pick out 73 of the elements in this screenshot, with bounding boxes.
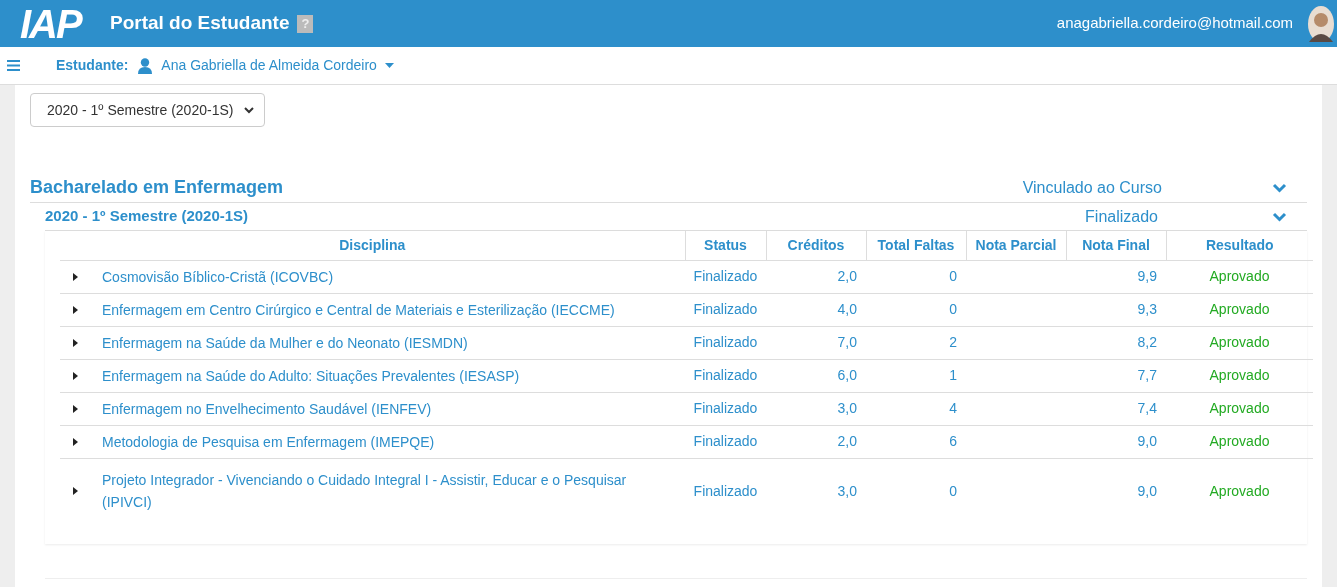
table-cell: 1 [949,367,957,383]
table-cell: 7,0 [837,334,857,350]
course-link[interactable]: Metodologia de Pesquisa em Enfermagem (IMEPQE) [102,430,435,453]
menu-icon[interactable] [7,60,20,71]
table-cell: 3,0 [837,482,857,499]
course-status: Vinculado ao Curso [1022,177,1162,198]
status-cell: Finalizado [693,400,758,416]
expand-icon[interactable] [73,404,78,413]
status-cell: Finalizado [693,482,758,499]
expand-icon[interactable] [73,437,78,446]
chevron-icon[interactable] [1272,211,1287,222]
table-cell: 6,0 [837,367,857,383]
table-cell: 9,0 [1137,433,1157,449]
table-cell: 9,3 [1137,301,1157,317]
result-cell: Aprovado [1209,367,1270,383]
result-cell: Aprovado [1209,334,1270,350]
portal-title: Portal do Estudante [110,11,290,36]
course-link[interactable]: Enfermagem na Saúde da Mulher e do Neonato (IESMDN) [102,331,468,354]
course-title: Bacharelado em Enfermagem [30,176,284,199]
table-cell: 0 [949,268,957,284]
column-header: Nota Final [1066,231,1166,260]
course-link[interactable]: Enfermagem em Centro Cirúrgico e Central de Materiais e Esterilização (IECCME) [102,298,615,321]
status-cell: Finalizado [693,268,758,284]
semester-status: Finalizado [1085,206,1158,227]
result-cell: Aprovado [1209,482,1270,499]
result-cell: Aprovado [1209,268,1270,284]
logo: IAP [20,3,82,44]
column-header: Total Faltas [866,231,966,260]
expand-icon[interactable] [73,487,78,496]
period-select[interactable]: 2020 - 1º Semestre (2020-1S) [30,93,265,127]
table-cell: 4 [949,400,957,416]
chevron-icon [244,106,254,114]
semester-title: 2020 - 1º Semestre (2020-1S) [45,206,249,227]
table-cell: 8,2 [1137,334,1157,350]
table-cell: 7,4 [1137,400,1157,416]
expand-icon[interactable] [73,272,78,281]
status-cell: Finalizado [693,301,758,317]
column-header: Resultado [1166,231,1313,260]
table-cell: 9,0 [1137,482,1157,499]
expand-icon[interactable] [73,338,78,347]
table-cell: 2 [949,334,957,350]
column-header: Créditos [766,231,866,260]
result-cell: Aprovado [1209,301,1270,317]
chevron-icon[interactable] [1272,182,1287,193]
student-dropdown[interactable]: Ana Gabriella de Almeida Cordeiro [161,55,394,76]
course-link[interactable]: Projeto Integrador - Vivenciando o Cuidado Integral I - Assistir, Educar e o Pesquisar (IPIVCI) [102,469,642,514]
course-link[interactable]: Cosmovisão Bíblico-Cristã (ICOVBC) [102,265,334,288]
table-cell: 0 [949,482,957,499]
course-link[interactable]: Enfermagem na Saúde do Adulto: Situações Prevalentes (IESASP) [102,364,520,387]
column-header: Status [685,231,766,260]
user-icon [138,57,153,74]
result-cell: Aprovado [1209,433,1270,449]
column-header: Nota Parcial [966,231,1066,260]
table-cell: 6 [949,433,957,449]
status-cell: Finalizado [693,367,758,383]
course-link[interactable]: Enfermagem no Envelhecimento Saudável (IENFEV) [102,397,432,420]
table-cell: 2,0 [837,433,857,449]
table-cell: 3,0 [837,400,857,416]
expand-icon[interactable] [73,305,78,314]
column-header: Disciplina [60,231,685,260]
status-cell: Finalizado [693,433,758,449]
user-email[interactable]: anagabriella.cordeiro@hotmail.com [1056,12,1293,35]
table-cell: 4,0 [837,301,857,317]
result-cell: Aprovado [1209,400,1270,416]
expand-icon[interactable] [73,371,78,380]
table-cell: 0 [949,301,957,317]
table-cell: 7,7 [1137,367,1157,383]
student-label: Estudante: [56,56,129,75]
table-cell: 2,0 [837,268,857,284]
user-avatar[interactable] [1308,5,1334,42]
table-cell: 9,9 [1137,268,1157,284]
status-cell: Finalizado [693,334,758,350]
caret-icon [384,63,394,68]
